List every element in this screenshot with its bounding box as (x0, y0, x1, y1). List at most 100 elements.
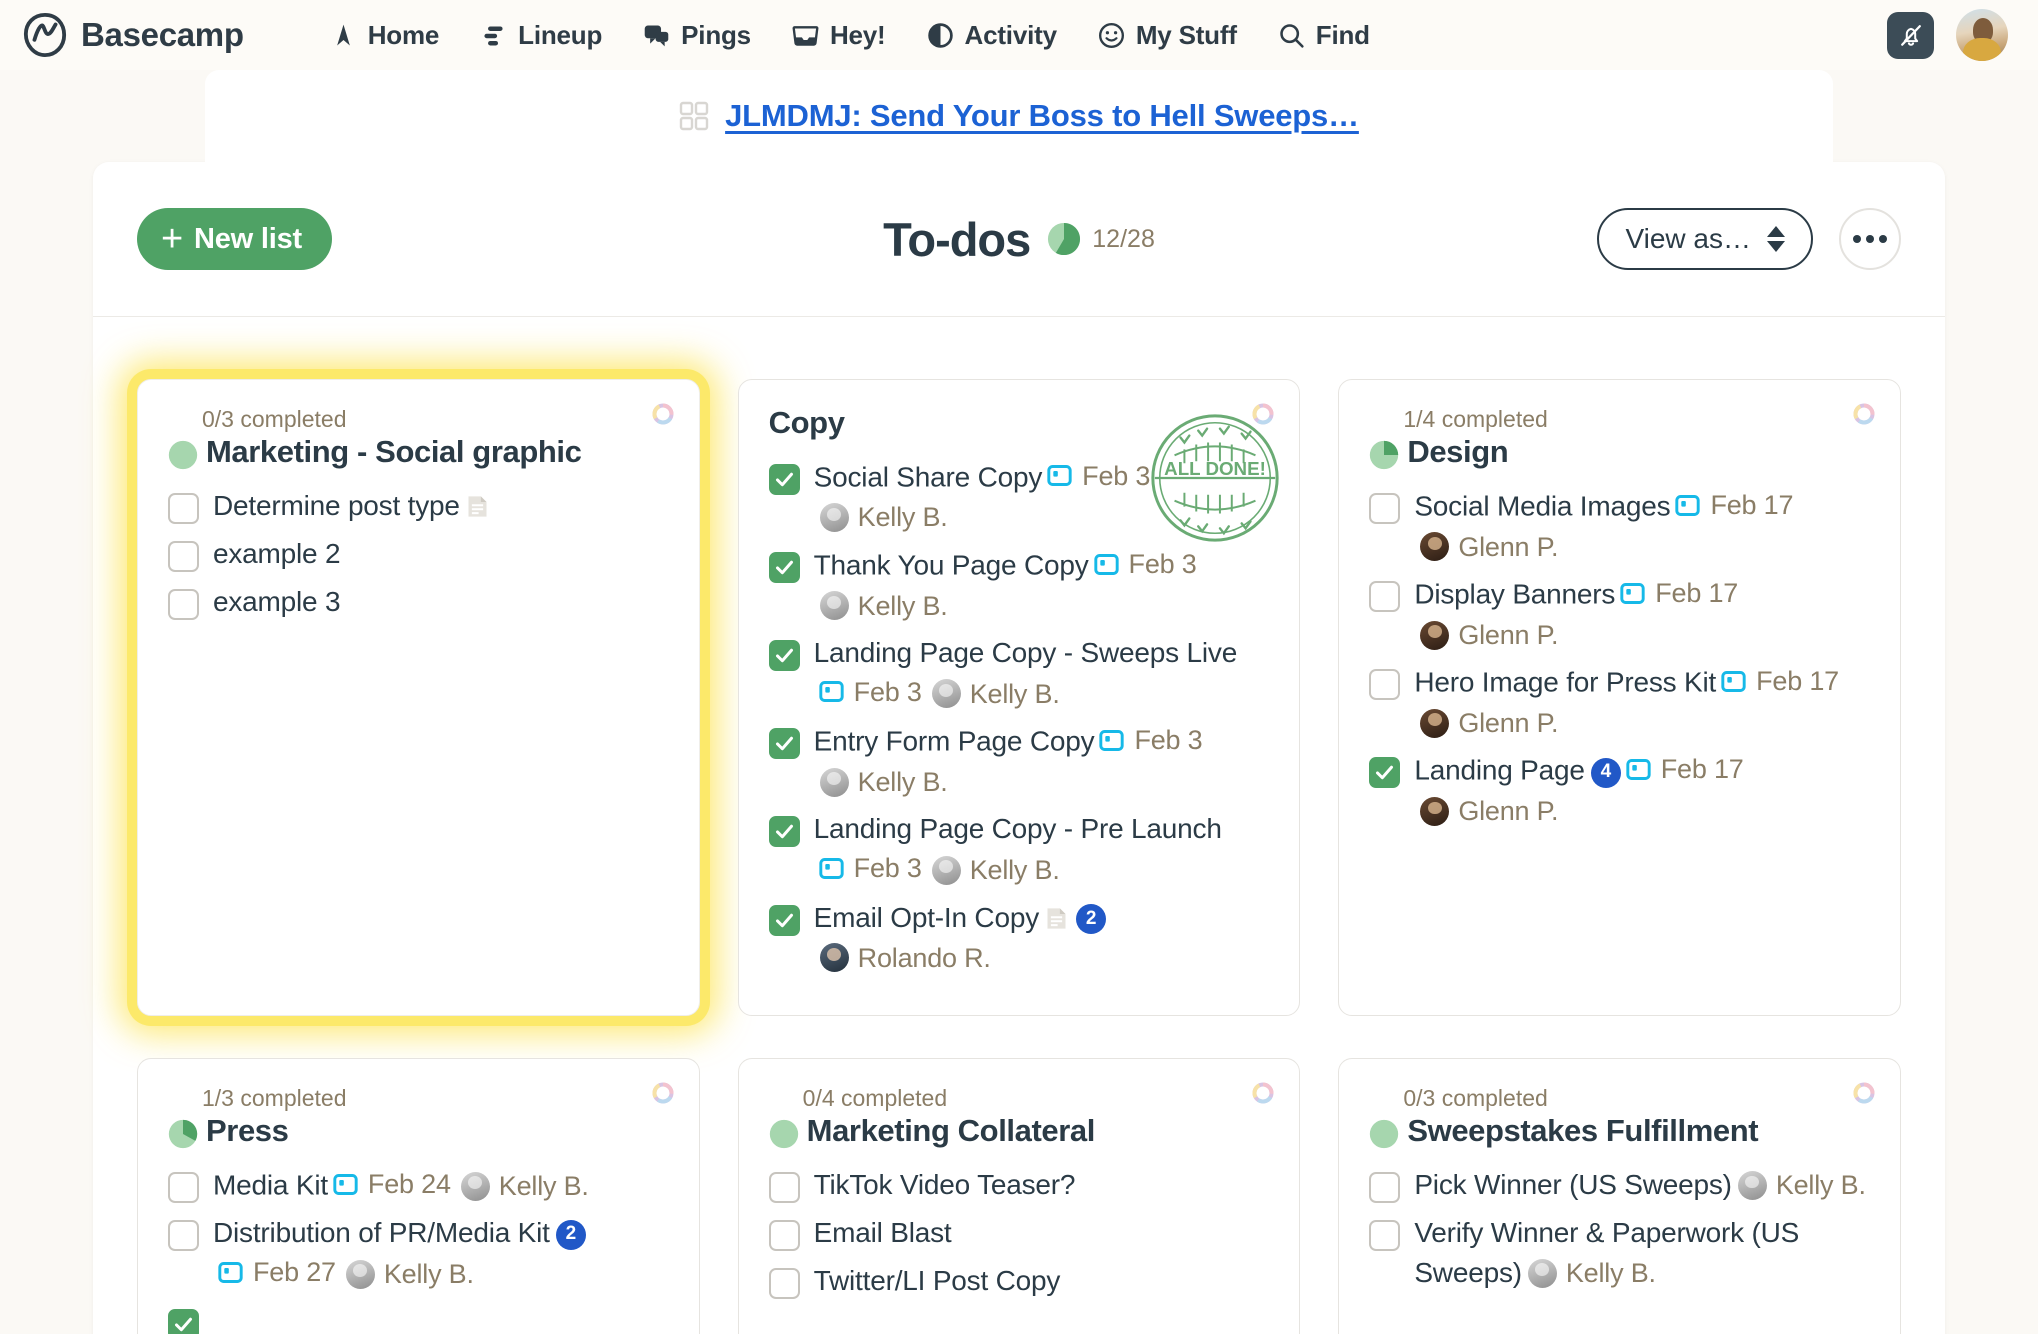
todo-body: Hero Image for Press Kit Feb 17 Glenn P. (1414, 662, 1870, 742)
todo-item[interactable]: Hero Image for Press Kit Feb 17 Glenn P. (1369, 662, 1870, 742)
todo-item[interactable]: example 3 (168, 582, 669, 622)
todo-title[interactable]: Entry Form Page Copy (814, 726, 1095, 757)
todo-item[interactable] (168, 1302, 669, 1334)
todo-checkbox[interactable] (768, 904, 800, 936)
todo-item[interactable]: Distribution of PR/Media Kit 2 Feb 27 Kel… (168, 1213, 669, 1293)
nav-item-lineup[interactable]: Lineup (479, 20, 602, 51)
more-options-button[interactable] (1839, 208, 1901, 270)
assignee-avatar (1420, 620, 1450, 650)
todo-checkbox[interactable] (168, 588, 199, 620)
todo-item[interactable]: Verify Winner & Paperwork (US Sweeps) Ke… (1369, 1213, 1870, 1293)
todo-title[interactable]: Media Kit (213, 1170, 328, 1201)
list-title-row[interactable]: Sweepstakes Fulfillment (1369, 1113, 1870, 1149)
todo-item[interactable]: Pick Winner (US Sweeps) Kelly B. (1369, 1165, 1870, 1205)
activity-pie-icon (927, 22, 953, 48)
nav-item-home[interactable]: Home (329, 20, 439, 51)
todo-checkbox[interactable] (1369, 1219, 1401, 1251)
breadcrumb-project-link[interactable]: JLMDMJ: Send Your Boss to Hell Sweeps… (725, 98, 1359, 134)
todo-title[interactable]: Determine post type (213, 490, 460, 521)
list-title-row[interactable]: Design (1369, 434, 1870, 470)
todo-title[interactable]: Landing Page (1414, 755, 1585, 786)
nav-item-activity[interactable]: Activity (926, 20, 1057, 51)
todo-item[interactable]: Social Media Images Feb 17 Glenn P. (1369, 486, 1870, 566)
calendar-icon (218, 1261, 243, 1283)
todo-checkbox[interactable] (768, 640, 800, 672)
nav-item-find[interactable]: Find (1277, 20, 1370, 51)
todo-item[interactable]: Landing Page Copy - Sweeps Live Feb 3 Ke… (768, 633, 1270, 713)
assignee-name: Glenn P. (1458, 796, 1559, 827)
assignee-avatar (1420, 708, 1450, 738)
todo-checkbox[interactable] (1369, 581, 1401, 613)
todo-item[interactable]: Landing Page Copy - Pre Launch Feb 3 Kel… (768, 809, 1270, 889)
todo-checkbox[interactable] (768, 463, 800, 495)
todo-item[interactable]: example 2 (168, 534, 669, 574)
todo-body: Landing Page Copy - Sweeps Live Feb 3 Ke… (814, 633, 1270, 713)
avatar[interactable] (1956, 9, 2008, 61)
nav-item-pings[interactable]: Pings (642, 20, 751, 51)
todo-checkbox[interactable] (168, 1220, 199, 1252)
todo-title[interactable]: example 2 (213, 538, 341, 569)
new-list-button[interactable]: + New list (137, 208, 332, 270)
todo-checkbox[interactable] (168, 540, 199, 572)
todo-title[interactable]: Thank You Page Copy (814, 550, 1089, 581)
color-ring-icon (652, 403, 674, 425)
todo-item[interactable]: Email Opt-In Copy 2 Rolando R. (768, 898, 1270, 978)
nav-item-my-stuff[interactable]: My Stuff (1097, 20, 1237, 51)
due-date-label: Feb 3 (1134, 725, 1203, 756)
list-title-row[interactable]: Press (168, 1113, 669, 1149)
todo-title[interactable]: Twitter/LI Post Copy (814, 1265, 1061, 1296)
assignee-name: Kelly B. (383, 1259, 474, 1290)
calendar-icon (333, 1173, 358, 1195)
list-title-row[interactable]: Marketing Collateral (769, 1113, 1270, 1149)
todo-item[interactable]: Entry Form Page Copy Feb 3 Kelly B. (768, 721, 1270, 801)
todo-title[interactable]: Distribution of PR/Media Kit (213, 1217, 550, 1248)
svg-text:ALL DONE!: ALL DONE! (1165, 458, 1267, 479)
todo-title[interactable]: Email Opt-In Copy (814, 902, 1040, 933)
todo-checkbox[interactable] (768, 1267, 800, 1299)
todo-item[interactable]: Determine post type (168, 486, 669, 526)
todo-item[interactable]: TikTok Video Teaser? (768, 1165, 1270, 1205)
todo-item[interactable]: Landing Page 4 Feb 17 Glenn P. (1369, 750, 1870, 830)
todo-checkbox[interactable] (168, 493, 199, 524)
todo-title[interactable]: Social Share Copy (814, 461, 1043, 492)
todo-checkbox[interactable] (168, 1308, 199, 1334)
todo-checkbox[interactable] (768, 1219, 800, 1251)
todo-title[interactable]: Hero Image for Press Kit (1414, 667, 1716, 698)
todo-checkbox[interactable] (1369, 1172, 1401, 1203)
todo-item[interactable]: Media Kit Feb 24 Kelly B. (168, 1165, 669, 1205)
todo-checkbox[interactable] (1369, 757, 1401, 789)
todo-title[interactable]: Landing Page Copy - Pre Launch (814, 813, 1222, 844)
notifications-muted-button[interactable] (1887, 11, 1934, 59)
todo-title[interactable]: Landing Page Copy - Sweeps Live (814, 637, 1238, 668)
todo-item[interactable]: Display Banners Feb 17 Glenn P. (1369, 574, 1870, 654)
todo-checkbox[interactable] (768, 551, 800, 583)
basecamp-logo[interactable]: Basecamp (22, 12, 244, 58)
nav-item-hey[interactable]: Hey! (791, 20, 886, 51)
todo-item[interactable]: Email Blast (768, 1213, 1270, 1253)
todo-body: Distribution of PR/Media Kit 2 Feb 27 Kel… (213, 1213, 669, 1293)
assignee: Kelly B. (819, 498, 948, 536)
todo-title[interactable]: example 3 (213, 586, 341, 617)
view-as-button[interactable]: View as… (1597, 208, 1813, 270)
list-title-row[interactable]: Marketing - Social graphic (168, 434, 669, 470)
todo-title[interactable]: Pick Winner (US Sweeps) (1414, 1169, 1732, 1200)
todo-item[interactable]: Thank You Page Copy Feb 3 Kelly B. (768, 545, 1270, 625)
assignee-avatar (345, 1259, 375, 1289)
todo-checkbox[interactable] (768, 1172, 800, 1203)
todo-checkbox[interactable] (168, 1172, 199, 1203)
home-icon (336, 24, 350, 45)
todo-checkbox[interactable] (1369, 669, 1401, 701)
todo-checkbox[interactable] (768, 816, 800, 848)
todo-title[interactable]: Display Banners (1414, 579, 1615, 610)
todo-body: Email Blast (814, 1213, 952, 1253)
calendar-icon (1047, 465, 1072, 487)
nav-label: Home (367, 19, 440, 50)
todo-item[interactable]: Twitter/LI Post Copy (768, 1261, 1270, 1301)
todo-checkbox[interactable] (768, 728, 800, 760)
todo-title[interactable]: Email Blast (814, 1217, 952, 1248)
todo-body: Media Kit Feb 24 Kelly B. (213, 1165, 589, 1205)
assignee: Kelly B. (1737, 1166, 1866, 1204)
todo-title[interactable]: Social Media Images (1414, 491, 1670, 522)
todo-title[interactable]: TikTok Video Teaser? (814, 1169, 1076, 1200)
todo-checkbox[interactable] (1369, 493, 1401, 524)
